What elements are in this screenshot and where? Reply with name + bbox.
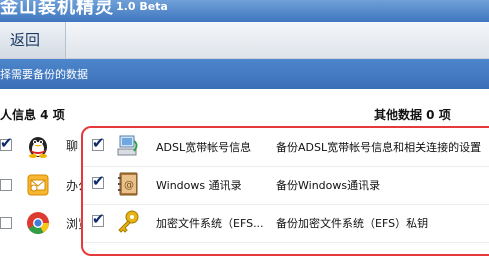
- chat-checkbox[interactable]: [0, 134, 13, 152]
- list-item-office[interactable]: 办公: [0, 168, 90, 202]
- browser-checkbox[interactable]: [0, 217, 12, 229]
- contacts-name: Windows 通讯录: [156, 179, 242, 192]
- adsl-checkbox[interactable]: [92, 134, 105, 152]
- efs-name: 加密文件系统（EFS...: [156, 217, 264, 230]
- toolbar: 返回: [0, 22, 489, 59]
- chrome-icon: [25, 210, 51, 236]
- adsl-description: 备份ADSL宽带帐号信息和相关连接的设置: [276, 141, 482, 154]
- back-button[interactable]: 返回: [0, 22, 66, 58]
- list-item-contacts[interactable]: @ Windows 通讯录 备份Windows通讯录: [83, 166, 489, 205]
- efs-description: 备份加密文件系统（EFS）私钥: [276, 217, 429, 230]
- outlook-icon: [25, 172, 51, 198]
- app-title: 金山装机精灵: [0, 0, 114, 18]
- other-data-panel: ADSL宽带帐号信息 备份ADSL宽带帐号信息和相关连接的设置 @ Window…: [81, 126, 489, 256]
- address-book-icon: @: [115, 171, 141, 197]
- adsl-name: ADSL宽带帐号信息: [156, 141, 252, 154]
- instruction-text: 择需要备份的数据: [0, 68, 88, 81]
- chat-label: 聊: [66, 139, 79, 153]
- list-item-chat[interactable]: 聊: [0, 128, 84, 162]
- instruction-bar: 择需要备份的数据: [0, 59, 489, 89]
- contacts-description: 备份Windows通讯录: [276, 179, 381, 192]
- personal-info-header: 人信息 4 项: [0, 108, 65, 122]
- efs-checkbox[interactable]: [92, 210, 105, 228]
- list-item-browser[interactable]: 浏览: [0, 206, 90, 240]
- list-item-efs[interactable]: 加密文件系统（EFS... 备份加密文件系统（EFS）私钥: [83, 204, 489, 243]
- app-version: 1.0 Beta: [116, 0, 168, 13]
- list-item-adsl[interactable]: ADSL宽带帐号信息 备份ADSL宽带帐号信息和相关连接的设置: [83, 128, 489, 167]
- title-bar: 金山装机精灵 1.0 Beta: [0, 0, 489, 22]
- qq-icon: [25, 132, 51, 158]
- svg-text:@: @: [124, 180, 134, 191]
- key-icon: [115, 209, 141, 235]
- network-icon: [115, 133, 141, 159]
- other-data-header: 其他数据 0 项: [374, 108, 451, 122]
- office-checkbox[interactable]: [0, 179, 12, 191]
- contacts-checkbox[interactable]: [92, 172, 105, 190]
